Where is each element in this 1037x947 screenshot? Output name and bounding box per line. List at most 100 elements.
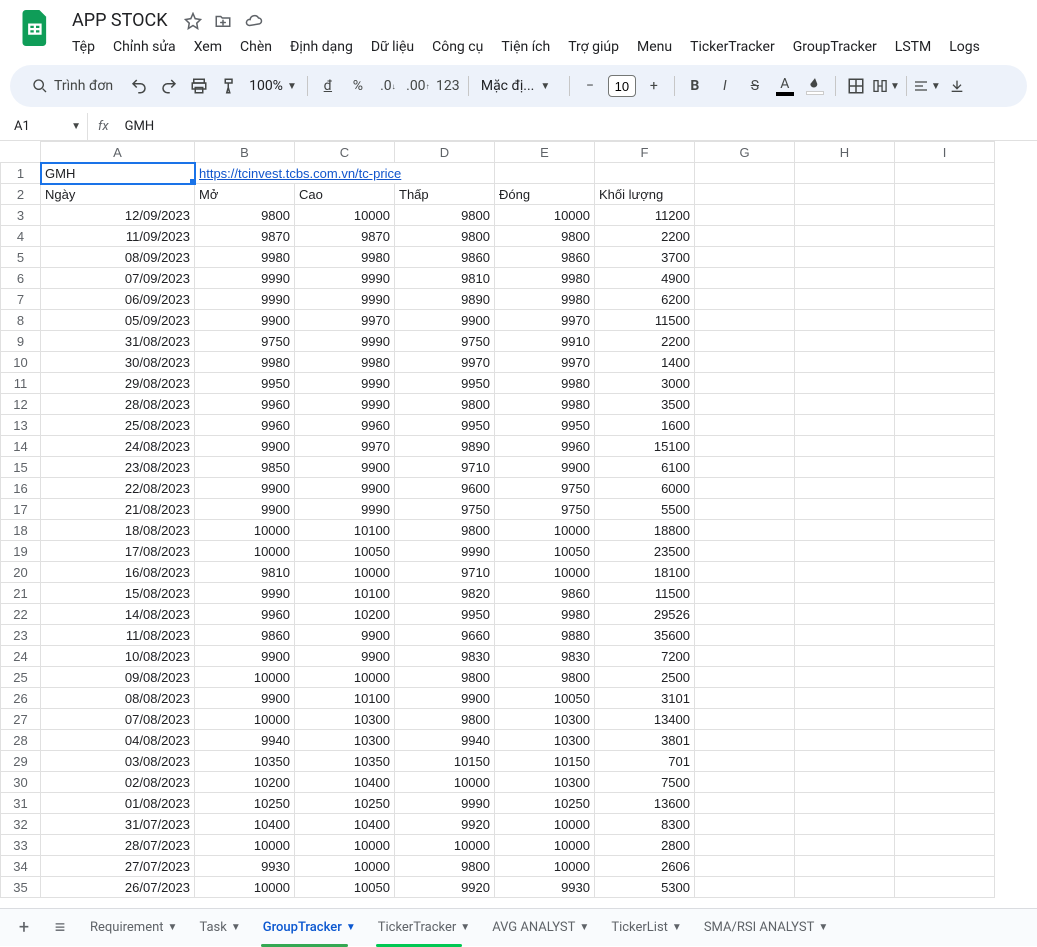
cell[interactable]: 9860 — [495, 583, 595, 604]
menu-logs[interactable]: Logs — [941, 35, 988, 59]
cell[interactable] — [695, 163, 795, 184]
cloud-icon[interactable] — [244, 12, 264, 30]
cell[interactable] — [695, 625, 795, 646]
cell[interactable]: 10000 — [195, 709, 295, 730]
cell[interactable]: 03/08/2023 — [41, 751, 195, 772]
cell[interactable] — [695, 562, 795, 583]
row-header[interactable]: 12 — [1, 394, 41, 415]
cell[interactable]: 10400 — [195, 814, 295, 835]
cell[interactable]: 10/08/2023 — [41, 646, 195, 667]
cell[interactable] — [695, 499, 795, 520]
row-header[interactable]: 11 — [1, 373, 41, 394]
cell[interactable]: 30/08/2023 — [41, 352, 195, 373]
sheet-tab-tickertracker[interactable]: TickerTracker▼ — [368, 909, 480, 947]
menus-search[interactable]: Trình đơn — [22, 72, 123, 100]
cell[interactable]: 9900 — [295, 457, 395, 478]
cell[interactable] — [695, 646, 795, 667]
star-icon[interactable] — [184, 12, 202, 30]
cell[interactable]: 31/07/2023 — [41, 814, 195, 835]
cell[interactable]: 6000 — [595, 478, 695, 499]
cell[interactable]: 9860 — [195, 625, 295, 646]
cell[interactable] — [795, 667, 895, 688]
cell[interactable]: 5500 — [595, 499, 695, 520]
cell[interactable] — [695, 793, 795, 814]
cell[interactable]: 25/08/2023 — [41, 415, 195, 436]
cell[interactable]: https://tcinvest.tcbs.com.vn/tc-price — [195, 163, 495, 184]
cell[interactable] — [895, 247, 995, 268]
cell[interactable]: 28/08/2023 — [41, 394, 195, 415]
cell[interactable]: 10000 — [395, 835, 495, 856]
align-button[interactable]: ▼ — [913, 72, 941, 100]
row-header[interactable]: 26 — [1, 688, 41, 709]
cell[interactable] — [695, 247, 795, 268]
cell[interactable] — [695, 184, 795, 205]
cell[interactable]: 9980 — [195, 352, 295, 373]
cell[interactable] — [795, 478, 895, 499]
cell[interactable]: 7500 — [595, 772, 695, 793]
cell[interactable] — [695, 835, 795, 856]
cell[interactable]: 9860 — [495, 247, 595, 268]
cell[interactable]: 9800 — [395, 856, 495, 877]
cell[interactable]: 9900 — [495, 457, 595, 478]
cell[interactable]: 9970 — [495, 352, 595, 373]
cell[interactable]: 9600 — [395, 478, 495, 499]
cell[interactable]: 9900 — [195, 499, 295, 520]
cell[interactable] — [795, 310, 895, 331]
cell[interactable] — [895, 373, 995, 394]
row-header[interactable]: 6 — [1, 268, 41, 289]
row-header[interactable]: 1 — [1, 163, 41, 184]
cell[interactable]: 9920 — [395, 814, 495, 835]
cell[interactable]: 29526 — [595, 604, 695, 625]
cell[interactable]: Ngày — [41, 184, 195, 205]
cell[interactable] — [795, 520, 895, 541]
spreadsheet-grid[interactable]: ABCDEFGHI 1GMHhttps://tcinvest.tcbs.com.… — [0, 141, 995, 898]
cell[interactable] — [695, 478, 795, 499]
row-header[interactable]: 23 — [1, 625, 41, 646]
cell[interactable]: 27/07/2023 — [41, 856, 195, 877]
row-header[interactable]: 33 — [1, 835, 41, 856]
cell[interactable]: 13600 — [595, 793, 695, 814]
cell[interactable] — [795, 394, 895, 415]
cell[interactable]: 09/08/2023 — [41, 667, 195, 688]
cell[interactable]: 10300 — [495, 709, 595, 730]
cell[interactable]: 3500 — [595, 394, 695, 415]
cell[interactable]: 02/08/2023 — [41, 772, 195, 793]
cell[interactable] — [495, 163, 595, 184]
cell[interactable]: 9800 — [395, 709, 495, 730]
cell[interactable]: 9750 — [495, 499, 595, 520]
column-header-C[interactable]: C — [295, 142, 395, 163]
cell[interactable]: GMH — [41, 163, 195, 184]
cell[interactable]: 1600 — [595, 415, 695, 436]
cell[interactable] — [695, 667, 795, 688]
menu-grouptracker[interactable]: GroupTracker — [785, 35, 885, 59]
cell[interactable]: 9660 — [395, 625, 495, 646]
menu-dữ-liệu[interactable]: Dữ liệu — [363, 35, 422, 59]
cell[interactable] — [795, 268, 895, 289]
row-header[interactable]: 14 — [1, 436, 41, 457]
cell[interactable]: 9960 — [295, 415, 395, 436]
sheets-logo[interactable] — [16, 8, 56, 48]
menu-trợ-giúp[interactable]: Trợ giúp — [560, 35, 627, 59]
cell[interactable]: 9980 — [495, 604, 595, 625]
font-size-input[interactable] — [608, 75, 636, 97]
cell[interactable]: 10350 — [195, 751, 295, 772]
cell[interactable] — [895, 352, 995, 373]
cell[interactable]: 10000 — [295, 835, 395, 856]
cell[interactable] — [895, 184, 995, 205]
cell[interactable]: 9860 — [395, 247, 495, 268]
cell[interactable]: 9880 — [495, 625, 595, 646]
sheet-tab-avg-analyst[interactable]: AVG ANALYST▼ — [482, 909, 599, 947]
row-header[interactable]: 30 — [1, 772, 41, 793]
cell[interactable]: 10000 — [295, 856, 395, 877]
cell[interactable]: Đóng — [495, 184, 595, 205]
cell[interactable]: 3000 — [595, 373, 695, 394]
cell[interactable]: 9990 — [295, 268, 395, 289]
row-header[interactable]: 20 — [1, 562, 41, 583]
column-header-E[interactable]: E — [495, 142, 595, 163]
italic-button[interactable]: I — [711, 72, 739, 100]
cell[interactable]: 22/08/2023 — [41, 478, 195, 499]
cell[interactable]: 10000 — [395, 772, 495, 793]
cell[interactable]: 9710 — [395, 457, 495, 478]
cell[interactable]: 9940 — [195, 730, 295, 751]
cell[interactable] — [795, 646, 895, 667]
